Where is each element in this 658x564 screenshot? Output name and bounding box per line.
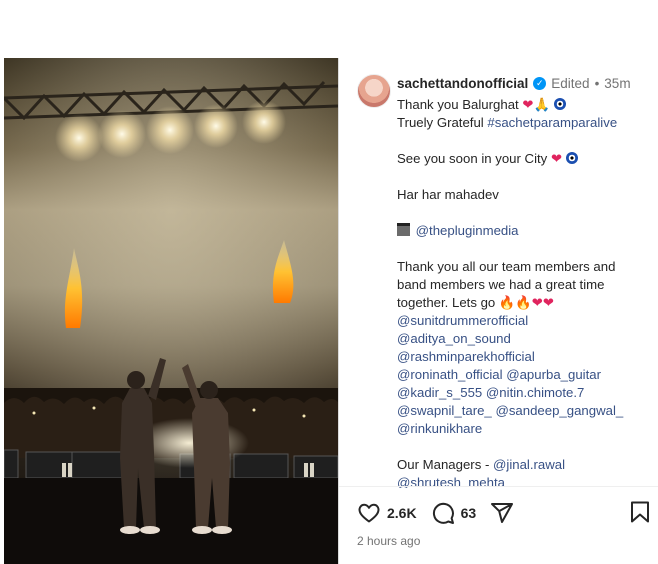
mention-link[interactable]: @thepluginmedia [416, 223, 519, 238]
like-count[interactable]: 2.6K [387, 505, 417, 521]
post-time-ago[interactable]: 35m [604, 76, 630, 91]
caption-line: Truely Grateful #sachetparamparalive [397, 115, 618, 130]
username-link[interactable]: sachettandonofficial [397, 76, 528, 91]
post-caption: Thank you Balurghat ❤🙏 Truely Grateful #… [397, 96, 647, 488]
mention-link[interactable]: @rashminparekhofficial [397, 349, 535, 364]
post-actions: 2.6K 63 [357, 498, 658, 528]
caption-line: @thepluginmedia [397, 222, 647, 240]
caption-line: @rashminparekhofficial [397, 348, 647, 366]
mention-link[interactable]: @sunitdrummerofficial [397, 313, 528, 328]
caption-line: Thank you all our team members and [397, 259, 616, 274]
caption-line: @aditya_on_sound [397, 330, 647, 348]
like-action: 2.6K [357, 501, 417, 525]
post-side-panel: sachettandonofficial ✓ Edited • 35m Than… [338, 58, 658, 564]
concert-scene [4, 58, 338, 564]
mention-link[interactable]: @aditya_on_sound [397, 331, 511, 346]
post-dialog: sachettandonofficial ✓ Edited • 35m Than… [0, 58, 658, 564]
fire-emoji-icon: 🔥🔥 [498, 295, 532, 310]
caption-line: @kadir_s_555 @nitin.chimote.7 [397, 384, 647, 402]
mention-link[interactable]: @swapnil_tare_ [397, 403, 492, 418]
bookmark-icon[interactable] [629, 500, 651, 524]
heart-emoji-icon: ❤❤ [531, 295, 554, 310]
caption-line: Our Managers - @jinal.rawal [397, 457, 566, 472]
nazar-emoji-icon [553, 98, 566, 110]
mention-link[interactable]: @sandeep_gangwal_ [495, 403, 623, 418]
caption-line: @rinkunikhare [397, 420, 647, 438]
avatar[interactable] [357, 74, 391, 108]
caption-line: @swapnil_tare_ @sandeep_gangwal_ [397, 402, 647, 420]
heart-emoji-icon: ❤ [550, 151, 563, 166]
caption-line: Thank you Balurghat ❤🙏 [397, 96, 647, 114]
paper-plane-icon[interactable] [490, 501, 514, 525]
heart-outline-icon[interactable] [357, 501, 381, 525]
comment-bubble-icon[interactable] [431, 501, 455, 525]
share-action [490, 501, 514, 525]
mention-link[interactable]: @nitin.chimote.7 [486, 385, 584, 400]
edited-label: Edited [551, 76, 590, 91]
caption-line: band members we had a great time [397, 277, 605, 292]
comment-action: 63 [431, 501, 477, 525]
clapper-board-emoji-icon [397, 223, 410, 236]
caption-line: See you soon in your City ❤ [397, 150, 647, 168]
post-author: sachettandonofficial ✓ Edited • 35m [397, 76, 631, 91]
post-media-video[interactable] [4, 58, 338, 564]
verified-badge-icon: ✓ [533, 77, 547, 90]
caption-line: @sunitdrummerofficial [397, 312, 647, 330]
mention-link[interactable]: @kadir_s_555 [397, 385, 482, 400]
mention-link[interactable]: @apurba_guitar [506, 367, 601, 382]
folded-hands-emoji-icon: 🙏 [533, 97, 550, 112]
stage-floor [4, 478, 338, 564]
nazar-emoji-icon [565, 152, 578, 164]
caption-spacer [397, 240, 647, 258]
caption-spacer [397, 168, 647, 186]
caption-spacer [397, 132, 647, 150]
caption-spacer [397, 204, 647, 222]
save-action [629, 500, 651, 529]
mention-link[interactable]: @rinkunikhare [397, 421, 482, 436]
post-timestamp[interactable]: 2 hours ago [357, 534, 420, 548]
heart-emoji-icon: ❤ [522, 97, 534, 112]
mention-link[interactable]: @jinal.rawal [493, 457, 565, 472]
hashtag-link[interactable]: #sachetparamparalive [487, 115, 617, 130]
caption-line: @roninath_official @apurba_guitar [397, 366, 647, 384]
divider [339, 486, 658, 487]
mention-link[interactable]: @roninath_official [397, 367, 503, 382]
comment-count[interactable]: 63 [461, 505, 477, 521]
separator-dot: • [594, 76, 600, 91]
caption-line: Har har mahadev [397, 187, 499, 202]
caption-line: together. Lets go 🔥🔥❤❤ [397, 295, 554, 310]
caption-spacer [397, 438, 647, 456]
